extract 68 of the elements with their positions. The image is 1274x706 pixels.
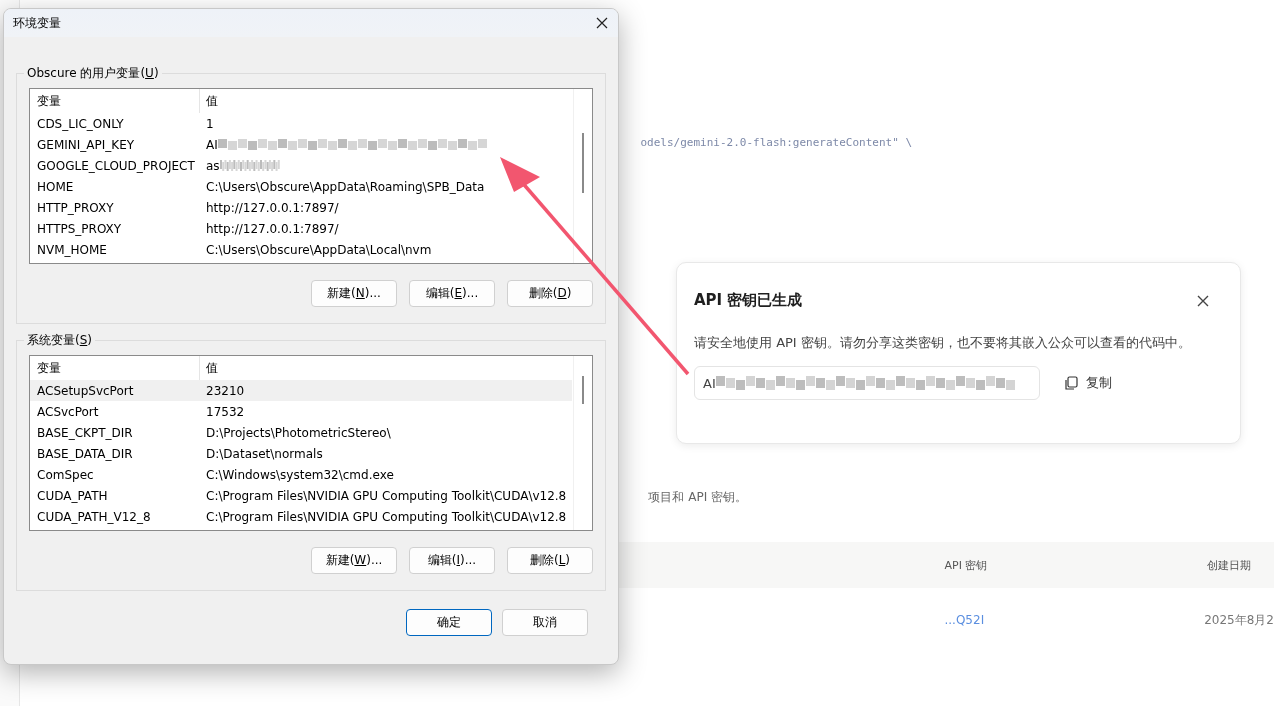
- list-row[interactable]: HTTP_PROXY http://127.0.0.1:7897/: [30, 197, 572, 218]
- copy-button[interactable]: 复制: [1054, 368, 1122, 398]
- api-key-field[interactable]: AI: [694, 366, 1040, 400]
- list-row[interactable]: NVM_HOME C:\Users\Obscure\AppData\Local\nvm: [30, 239, 572, 260]
- code-line: odels/gemini-2.0-flash:generateContent" \: [640, 136, 913, 149]
- list-row[interactable]: GOOGLE_CLOUD_PROJECT as: [30, 155, 572, 176]
- dialog-button[interactable]: 编辑(E)...: [409, 280, 495, 307]
- dialog-button[interactable]: 删除(L): [507, 547, 593, 574]
- group-label: Obscure 的用户变量(U): [26, 65, 160, 82]
- variable-value: 17532: [205, 404, 245, 419]
- variable-name: NVM_HOME: [36, 242, 108, 257]
- column-header[interactable]: 变量: [30, 359, 199, 377]
- column-header[interactable]: 变量: [30, 92, 199, 110]
- variable-name: CDS_LIC_ONLY: [36, 116, 125, 131]
- column-header: API 密钥: [944, 557, 988, 573]
- list-row[interactable]: CDS_LIC_ONLY 1: [30, 113, 572, 134]
- list-row[interactable]: HTTPS_PROXY http://127.0.0.1:7897/: [30, 218, 572, 239]
- variable-name: HTTP_PROXY: [36, 200, 115, 215]
- list-row[interactable]: ACSetupSvcPort 23210: [30, 380, 572, 401]
- variable-name: BASE_CKPT_DIR: [36, 425, 134, 440]
- variable-value: C:\Program Files\NVIDIA GPU Computing Toolkit\CUDA\v12.8: [205, 488, 567, 503]
- variable-name: GOOGLE_CLOUD_PROJECT: [36, 158, 196, 173]
- dialog-button[interactable]: 新建(W)...: [311, 547, 397, 574]
- variable-name: ACSetupSvcPort: [36, 383, 135, 398]
- list-row[interactable]: ACSvcPort 17532: [30, 401, 572, 422]
- dialog-button[interactable]: 新建(N)...: [311, 280, 397, 307]
- variable-name: HTTPS_PROXY: [36, 221, 123, 236]
- list-row[interactable]: ComSpec C:\Windows\system32\cmd.exe: [30, 464, 572, 485]
- column-header: 创建日期: [1207, 557, 1252, 573]
- dialog-button[interactable]: 确定: [406, 609, 492, 636]
- dialog-button[interactable]: 编辑(I)...: [409, 547, 495, 574]
- variable-value: C:\Users\Obscure\AppData\Roaming\SPB_Data: [205, 179, 485, 194]
- list-row[interactable]: CUDA_PATH C:\Program Files\NVIDIA GPU Computing Toolkit\CUDA\v12.8: [30, 485, 572, 506]
- variable-name: HOME: [36, 179, 75, 194]
- window-title: 环境变量: [13, 14, 61, 32]
- variable-value: C:\Users\Obscure\AppData\Local\nvm: [205, 242, 432, 257]
- variable-value: C:\Windows\system32\cmd.exe: [205, 467, 394, 482]
- variable-value: AI: [205, 137, 218, 152]
- group-label: 系统变量(S): [26, 332, 93, 349]
- list-row[interactable]: BASE_DATA_DIR D:\Dataset\normals: [30, 443, 572, 464]
- variable-value: http://127.0.0.1:7897/: [205, 200, 339, 215]
- variable-name: ACSvcPort: [36, 404, 100, 419]
- variable-value: as: [205, 158, 220, 173]
- list-row[interactable]: GEMINI_API_KEY AI: [30, 134, 572, 155]
- copy-icon: [1064, 375, 1078, 391]
- variable-value: D:\Dataset\normals: [205, 446, 323, 461]
- variable-value: C:\Program Files\NVIDIA GPU Computing Toolkit\CUDA\v12.8: [205, 509, 567, 524]
- close-icon[interactable]: [1196, 293, 1210, 308]
- variable-value: 1: [205, 116, 214, 131]
- variable-name: ComSpec: [36, 467, 95, 482]
- list-row[interactable]: HOME C:\Users\Obscure\AppData\Roaming\SPB_Data: [30, 176, 572, 197]
- close-icon[interactable]: [596, 17, 608, 29]
- column-header[interactable]: 值: [199, 89, 218, 113]
- variable-name: CUDA_PATH_V12_8: [36, 509, 152, 524]
- variable-value: D:\Projects\PhotometricStereo\: [205, 425, 391, 440]
- variable-value: 23210: [205, 383, 245, 398]
- variable-name: GEMINI_API_KEY: [36, 137, 136, 152]
- variable-name: BASE_DATA_DIR: [36, 446, 134, 461]
- dialog-button[interactable]: 删除(D): [507, 280, 593, 307]
- list-row[interactable]: CUDA_PATH_V12_8 C:\Program Files\NVIDIA GPU Computing Toolkit\CUDA\v12.8: [30, 506, 572, 527]
- variable-value: http://127.0.0.1:7897/: [205, 221, 339, 236]
- dialog-button[interactable]: 取消: [502, 609, 588, 636]
- dialog-description: 请安全地使用 API 密钥。请勿分享这类密钥，也不要将其嵌入公众可以查看的代码中。: [694, 334, 1192, 352]
- list-row[interactable]: BASE_CKPT_DIR D:\Projects\PhotometricStereo\: [30, 422, 572, 443]
- description-text: 项目和 API 密钥。: [648, 489, 749, 506]
- variable-name: CUDA_PATH: [36, 488, 109, 503]
- table-cell: 2025年8月2: [1204, 611, 1274, 629]
- dialog-title: API 密钥已生成: [694, 291, 803, 310]
